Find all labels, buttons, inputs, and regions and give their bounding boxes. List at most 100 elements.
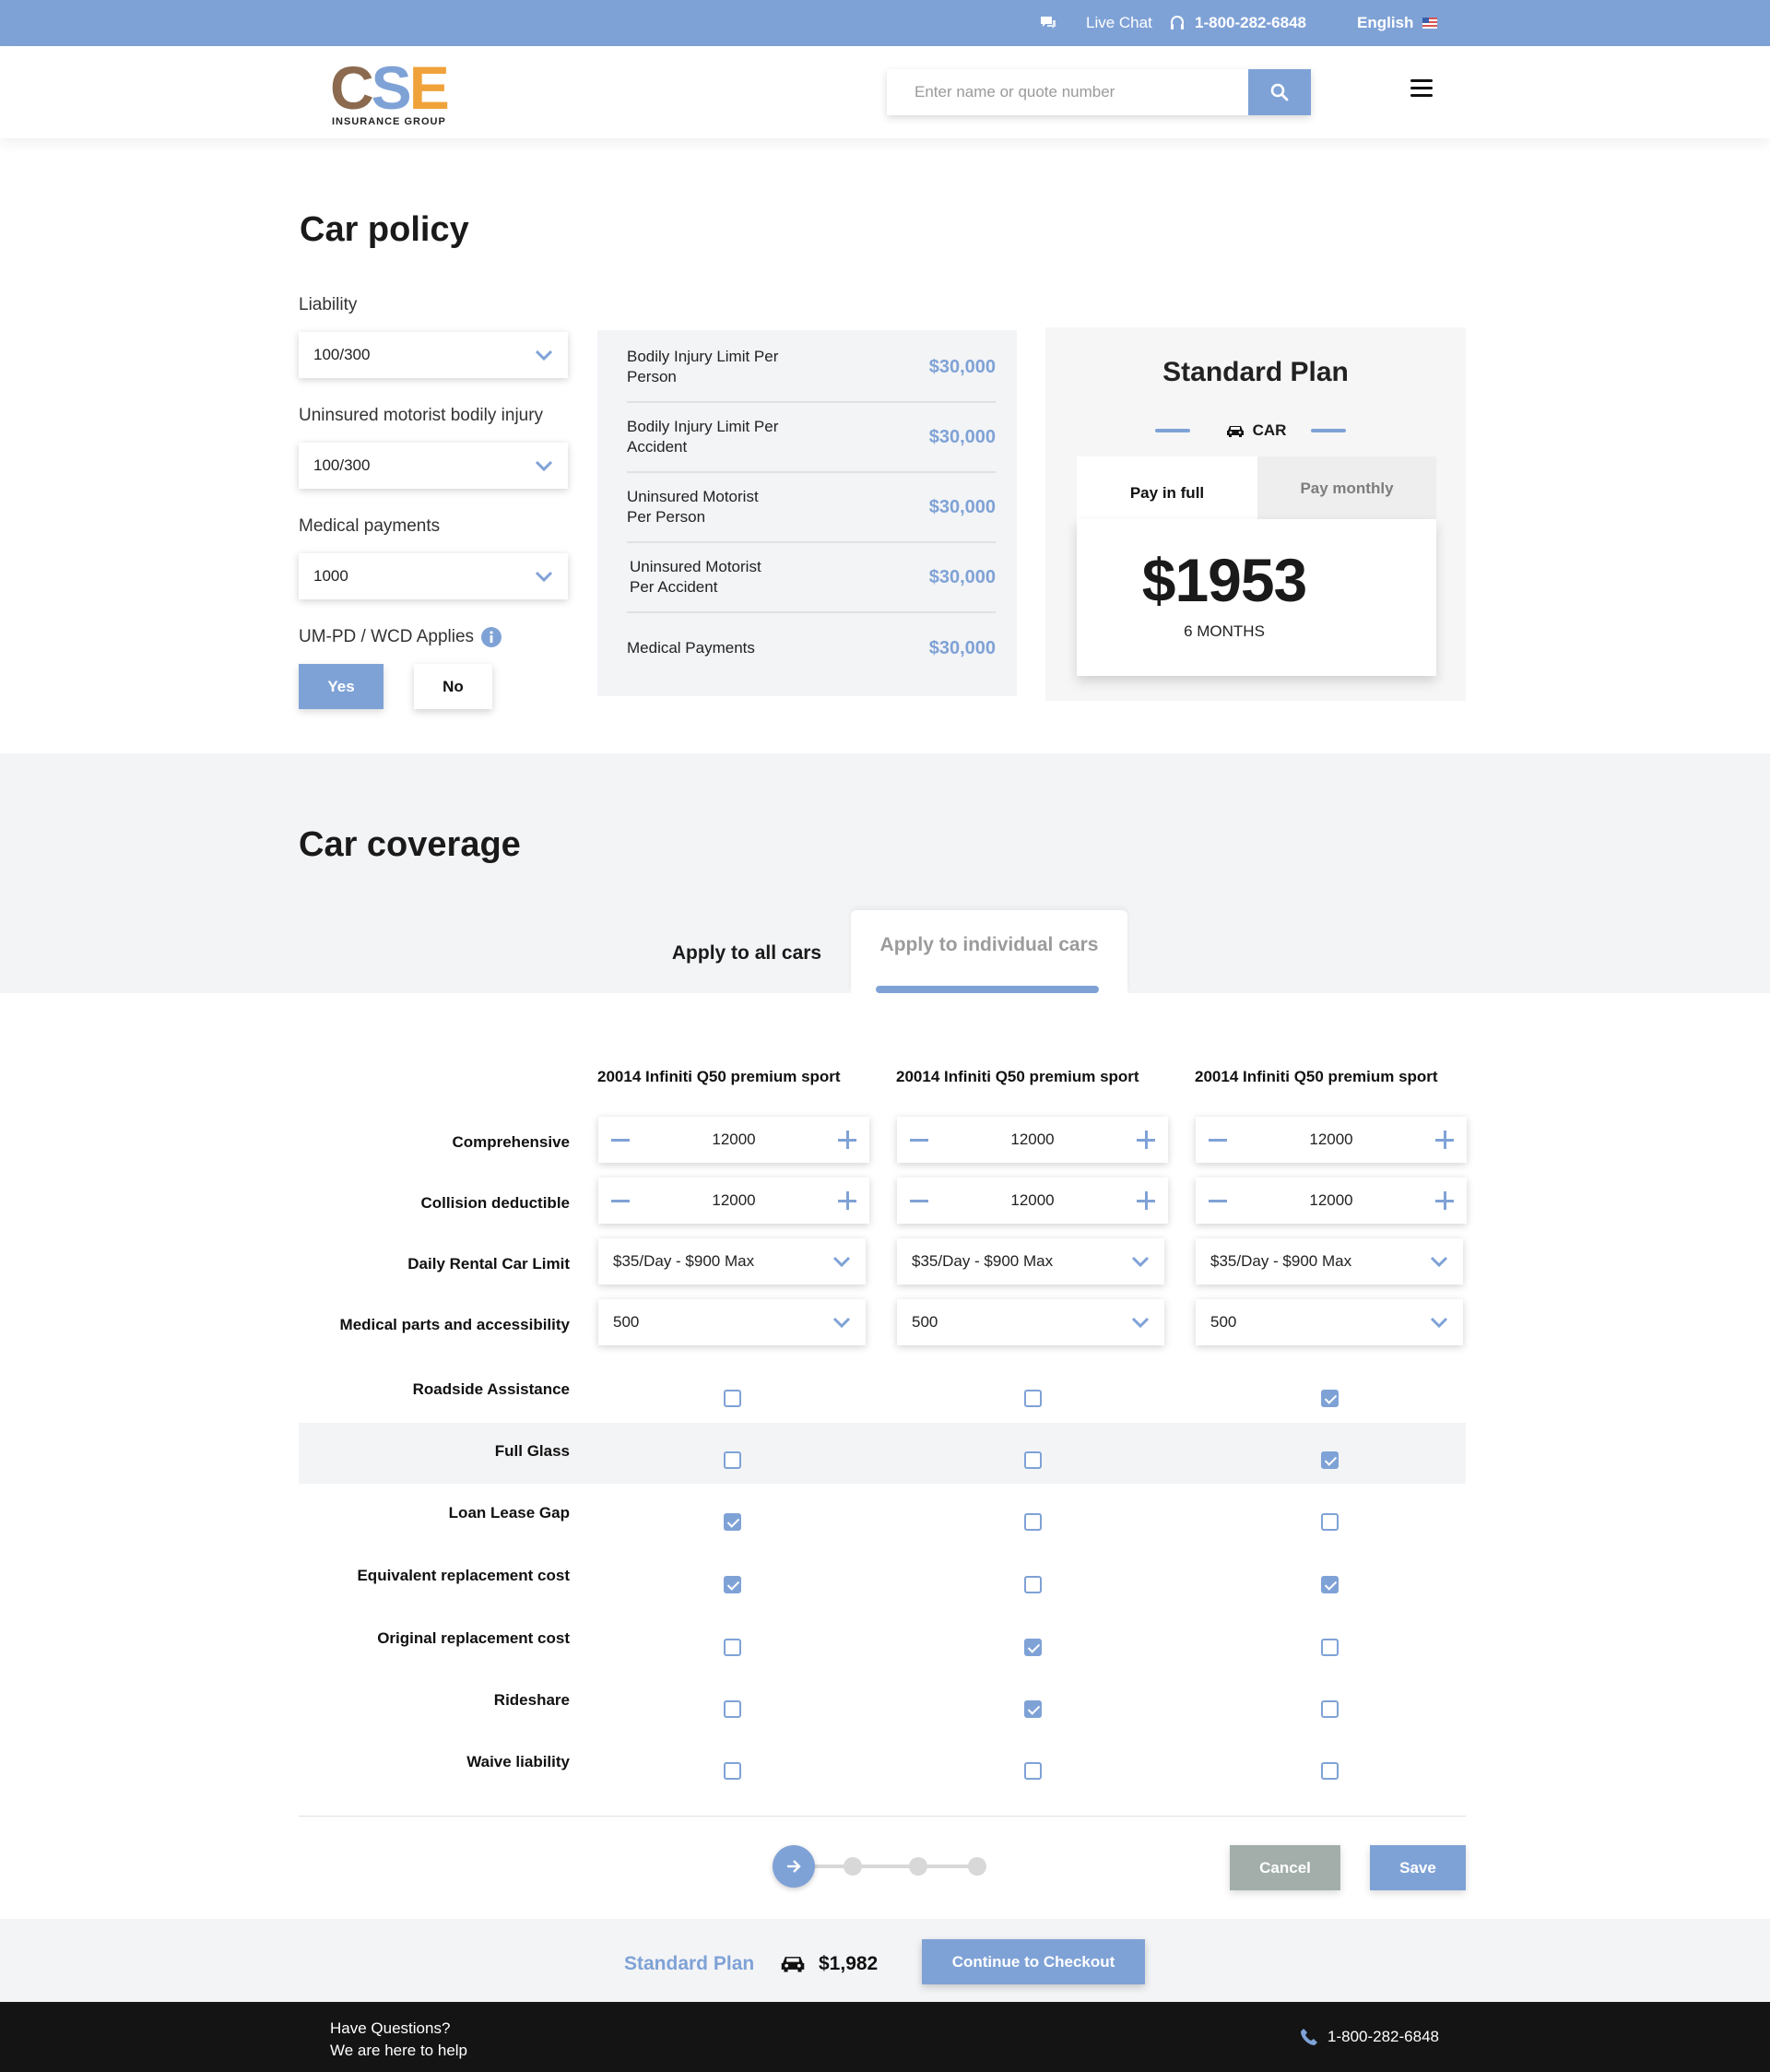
- plus-icon[interactable]: [838, 1191, 856, 1210]
- coverage-option-label: Rideshare: [493, 1691, 570, 1709]
- save-button[interactable]: Save: [1370, 1845, 1466, 1890]
- progress-step[interactable]: [844, 1857, 862, 1876]
- coverage-checkbox[interactable]: [1321, 1576, 1339, 1593]
- rental-value: $35/Day - $900 Max: [613, 1252, 755, 1270]
- plus-icon[interactable]: [1435, 1191, 1454, 1210]
- site-header: CSE INSURANCE GROUP: [0, 46, 1770, 138]
- coverage-checkbox[interactable]: [1321, 1513, 1339, 1531]
- footer: Have Questions? We are here to help 1-80…: [0, 2002, 1770, 2072]
- minus-icon[interactable]: [910, 1131, 928, 1149]
- uninsured-value: 100/300: [313, 456, 371, 474]
- arrow-right-icon: [787, 1860, 801, 1873]
- coverage-checkbox[interactable]: [724, 1451, 741, 1469]
- checkout-button[interactable]: Continue to Checkout: [922, 1939, 1145, 1984]
- coverage-checkbox[interactable]: [724, 1390, 741, 1407]
- medical-parts-select[interactable]: 500: [897, 1299, 1164, 1345]
- price-card: $1953 6 MONTHS: [1077, 519, 1436, 676]
- search-input[interactable]: [887, 69, 1248, 115]
- minus-icon[interactable]: [1209, 1191, 1227, 1210]
- rental-select[interactable]: $35/Day - $900 Max: [897, 1238, 1164, 1285]
- stepper-value[interactable]: 12000: [712, 1131, 755, 1149]
- limits-panel: Bodily Injury Limit Per Person $30,000 B…: [597, 330, 1017, 696]
- chevron-down-icon: [832, 1256, 851, 1267]
- coverage-checkbox[interactable]: [1024, 1700, 1042, 1718]
- collision-stepper: 12000: [897, 1178, 1168, 1224]
- language-label: English: [1357, 14, 1414, 31]
- liability-select[interactable]: 100/300: [299, 332, 568, 378]
- footer-phone-number: 1-800-282-6848: [1328, 2028, 1439, 2045]
- progress-current-step[interactable]: [773, 1845, 815, 1888]
- rental-select[interactable]: $35/Day - $900 Max: [1196, 1238, 1463, 1285]
- coverage-checkbox[interactable]: [1024, 1762, 1042, 1780]
- medical-payments-select[interactable]: 1000: [299, 553, 568, 599]
- stepper-value[interactable]: 12000: [1010, 1191, 1054, 1210]
- chevron-down-icon: [1430, 1317, 1448, 1328]
- coverage-checkbox[interactable]: [724, 1513, 741, 1531]
- no-button[interactable]: No: [414, 664, 492, 709]
- chevron-down-icon: [1430, 1256, 1448, 1267]
- limit-value: $30,000: [928, 496, 996, 517]
- stepper-value[interactable]: 12000: [1309, 1131, 1352, 1149]
- section-divider: [299, 1816, 1466, 1817]
- coverage-checkbox[interactable]: [1321, 1451, 1339, 1469]
- vehicle-label: CAR: [1252, 421, 1287, 439]
- plan-card: Standard Plan CAR Pay in full Pay monthl…: [1045, 327, 1466, 701]
- minus-icon[interactable]: [611, 1131, 630, 1149]
- menu-icon[interactable]: [1410, 79, 1433, 101]
- logo-letter: E: [408, 53, 450, 122]
- plus-icon[interactable]: [838, 1131, 856, 1149]
- medical-parts-select[interactable]: 500: [598, 1299, 866, 1345]
- plus-icon[interactable]: [1435, 1131, 1454, 1149]
- coverage-checkbox[interactable]: [1024, 1576, 1042, 1593]
- tab-pay-monthly[interactable]: Pay monthly: [1257, 456, 1436, 521]
- footer-help-title: Have Questions?: [330, 2019, 451, 2037]
- footer-phone-link[interactable]: 1-800-282-6848: [1300, 2002, 1439, 2072]
- coverage-checkbox[interactable]: [724, 1700, 741, 1718]
- phone-link[interactable]: 1-800-282-6848: [1169, 0, 1306, 46]
- coverage-checkbox[interactable]: [1321, 1762, 1339, 1780]
- coverage-checkbox[interactable]: [1321, 1639, 1339, 1656]
- tab-apply-individual-cars[interactable]: Apply to individual cars: [851, 910, 1127, 993]
- stepper-value[interactable]: 12000: [712, 1191, 755, 1210]
- uninsured-label: Uninsured motorist bodily injury: [299, 406, 544, 425]
- coverage-checkbox[interactable]: [1321, 1700, 1339, 1718]
- tab-apply-all-cars[interactable]: Apply to all cars: [645, 913, 848, 993]
- limit-name: Uninsured Motorist Per Person: [627, 488, 759, 526]
- live-chat-link[interactable]: Live Chat: [1040, 0, 1152, 46]
- uninsured-select[interactable]: 100/300: [299, 443, 568, 489]
- rental-value: $35/Day - $900 Max: [1210, 1252, 1352, 1270]
- coverage-checkbox[interactable]: [1024, 1513, 1042, 1531]
- rental-select[interactable]: $35/Day - $900 Max: [598, 1238, 866, 1285]
- progress-step[interactable]: [968, 1857, 986, 1876]
- chat-icon: [1041, 17, 1056, 29]
- language-selector[interactable]: English: [1357, 0, 1438, 46]
- coverage-checkbox[interactable]: [724, 1762, 741, 1780]
- coverage-checkbox[interactable]: [1321, 1390, 1339, 1407]
- chevron-down-icon: [1131, 1317, 1150, 1328]
- plus-icon[interactable]: [1137, 1131, 1155, 1149]
- umpd-row: UM-PD / WCD Applies: [299, 627, 502, 647]
- progress-step[interactable]: [909, 1857, 927, 1876]
- minus-icon[interactable]: [611, 1191, 630, 1210]
- coverage-checkbox[interactable]: [1024, 1639, 1042, 1656]
- plus-icon[interactable]: [1137, 1191, 1155, 1210]
- medical-parts-select[interactable]: 500: [1196, 1299, 1463, 1345]
- minus-icon[interactable]: [910, 1191, 928, 1210]
- stepper-value[interactable]: 12000: [1309, 1191, 1352, 1210]
- stepper-value[interactable]: 12000: [1010, 1131, 1054, 1149]
- coverage-checkbox[interactable]: [1024, 1390, 1042, 1407]
- tab-pay-in-full[interactable]: Pay in full: [1077, 456, 1257, 521]
- minus-icon[interactable]: [1209, 1131, 1227, 1149]
- umpd-label: UM-PD / WCD Applies: [299, 627, 475, 646]
- coverage-checkbox[interactable]: [1024, 1451, 1042, 1469]
- cse-logo[interactable]: CSE INSURANCE GROUP: [330, 57, 468, 127]
- comprehensive-label: Comprehensive: [452, 1133, 570, 1151]
- chevron-down-icon: [535, 349, 553, 361]
- yes-button[interactable]: Yes: [299, 664, 384, 709]
- footer-help-subtitle: We are here to help: [330, 2042, 467, 2059]
- cancel-button[interactable]: Cancel: [1230, 1845, 1340, 1890]
- info-icon[interactable]: [481, 627, 502, 647]
- coverage-checkbox[interactable]: [724, 1576, 741, 1593]
- search-button[interactable]: [1248, 69, 1311, 115]
- coverage-checkbox[interactable]: [724, 1639, 741, 1656]
